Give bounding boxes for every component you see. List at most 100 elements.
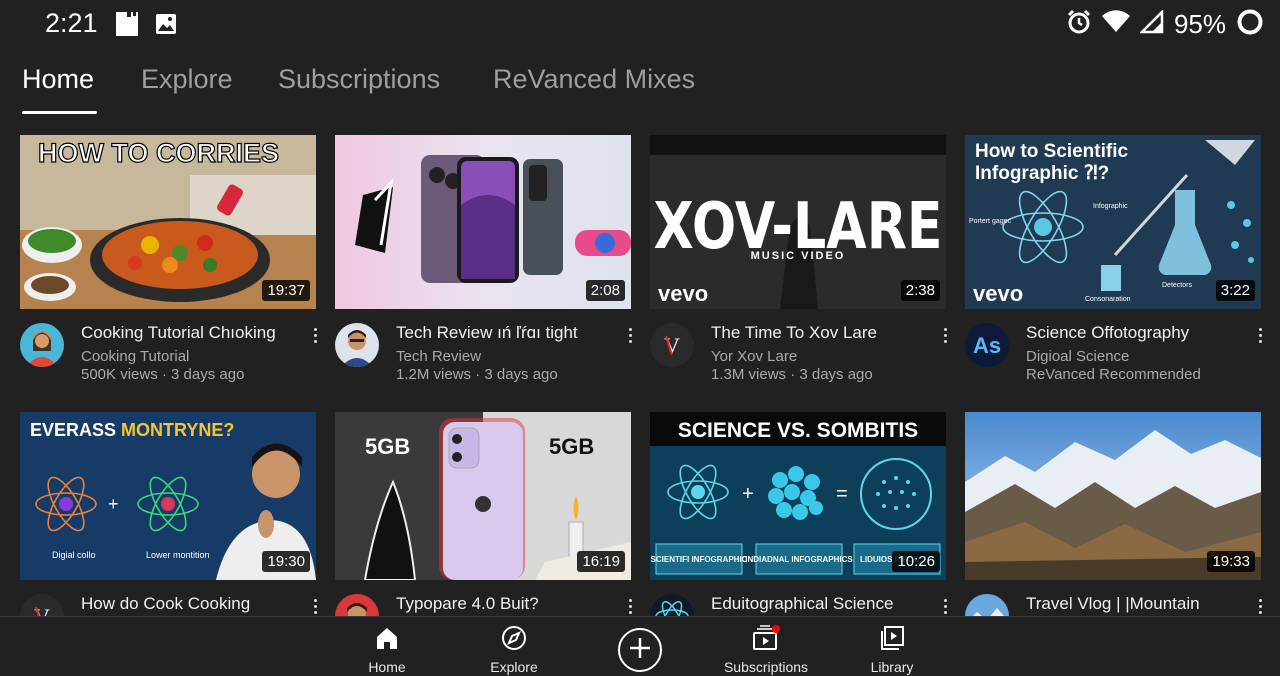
video-thumbnail[interactable]: EVERASS MONTRYNE? + Digial collo Lower m…	[20, 412, 316, 580]
tab-subscriptions[interactable]: Subscriptions	[278, 64, 440, 95]
video-duration: 10:26	[892, 551, 940, 572]
tab-revanced-mixes[interactable]: ReVanced Mixes	[493, 64, 695, 95]
nav-subscriptions[interactable]: Subscriptions	[711, 625, 821, 675]
gallery-icon	[155, 13, 177, 35]
tab-home[interactable]: Home	[22, 64, 94, 95]
svg-text:+: +	[108, 494, 119, 514]
svg-text:Portert gagec: Portert gagec	[969, 218, 1012, 225]
video-duration: 3:22	[1215, 280, 1255, 301]
thumbnail-caption-right: 5GB	[549, 434, 594, 459]
video-title[interactable]: Travel Vlog | |Mountain	[1026, 594, 1248, 614]
more-options-icon[interactable]	[623, 323, 637, 347]
status-time: 2:21	[45, 8, 98, 38]
video-duration: 19:33	[1207, 551, 1255, 572]
vevo-logo: vevo	[658, 281, 708, 306]
thumbnail-subtitle: MUSIC VIDEO	[751, 250, 846, 262]
signal-icon	[1138, 8, 1164, 39]
video-thumbnail[interactable]: 19:33	[965, 412, 1261, 580]
more-options-icon[interactable]	[308, 594, 322, 618]
compass-icon	[501, 625, 527, 656]
video-title[interactable]: The Time To Xov Lare	[711, 323, 933, 343]
video-title[interactable]: Tech Review ıń ľŕɑı tight	[396, 323, 618, 343]
video-thumbnail[interactable]: How to Scientific Infographic ⁈? Portert …	[965, 135, 1261, 309]
wifi-icon	[1101, 10, 1130, 39]
top-tabs: Home Explore Subscriptions ReVanced Mixe…	[0, 58, 1280, 118]
video-title[interactable]: Cooking Tutorial Chıoking	[81, 323, 303, 343]
more-options-icon[interactable]	[938, 323, 952, 347]
video-meta: Cooking Tutorial Chıoking Cooking Tutori…	[20, 321, 330, 391]
thumbnail-caption: How to Scientific Infographic ⁈?	[975, 141, 1129, 184]
home-icon	[374, 625, 400, 656]
channel-avatar[interactable]: V	[650, 323, 694, 367]
video-thumbnail[interactable]: SCIENCE VS. SOMBITIS + = SCIENTIFI INFOG…	[650, 412, 946, 580]
active-tab-indicator	[22, 111, 97, 114]
more-options-icon[interactable]	[938, 594, 952, 618]
thumbnail-caption: 5GB	[365, 434, 410, 459]
svg-text:Digial collo: Digial collo	[52, 550, 96, 560]
thumbnail-caption: EVERASS MONTRYNE?	[30, 420, 234, 440]
video-title[interactable]: Eduitographical Science	[711, 594, 933, 614]
video-thumbnail[interactable]: 5GB 5GB 16:19	[335, 412, 631, 580]
library-icon	[879, 625, 905, 656]
video-title[interactable]: Typopare 4.0 Buit?	[396, 594, 618, 614]
video-duration: 16:19	[577, 551, 625, 572]
channel-name: Tech Review	[396, 348, 482, 365]
sd-card-icon	[113, 10, 141, 38]
channel-name: Cooking Tutorial	[81, 348, 190, 365]
video-stats: 1.2M views · 3 days ago	[396, 366, 558, 383]
more-options-icon[interactable]	[623, 594, 637, 618]
video-stats: 500K views · 3 days ago	[81, 366, 245, 383]
svg-text:Consonaration: Consonaration	[1085, 296, 1131, 303]
status-bar: 2:21 95%	[0, 0, 1280, 46]
subscriptions-icon	[751, 625, 781, 656]
video-meta: V The Time To Xov Lare Yor Xov Lare 1.3M…	[650, 321, 960, 391]
nav-home[interactable]: Home	[332, 625, 442, 675]
svg-text:SCIENTIFI INFOGRAPHIC: SCIENTIFI INFOGRAPHIC	[651, 555, 748, 564]
video-meta: As Science Offotography Digioal Science …	[965, 321, 1275, 391]
svg-text:As: As	[973, 333, 1001, 358]
nav-label-subscriptions: Subscriptions	[723, 659, 809, 675]
channel-avatar[interactable]	[20, 323, 64, 367]
nav-label-home: Home	[368, 659, 406, 675]
alarm-icon	[1066, 9, 1092, 40]
create-button[interactable]	[618, 628, 662, 672]
channel-name: Yor Xov Lare	[711, 348, 798, 365]
video-thumbnail[interactable]: HOW TO CORRIES 19:37	[20, 135, 316, 309]
video-duration: 2:08	[585, 280, 625, 301]
video-duration: 19:37	[262, 280, 310, 301]
svg-text:INDIADNAL INFOGRAPHICS: INDIADNAL INFOGRAPHICS	[745, 555, 853, 564]
svg-text:=: =	[836, 483, 848, 505]
svg-text:Infographic: Infographic	[1093, 203, 1128, 210]
svg-text:Detectors: Detectors	[1162, 282, 1192, 289]
nav-explore[interactable]: Explore	[459, 625, 569, 675]
status-right: 95%	[1066, 8, 1264, 41]
nav-label-explore: Explore	[490, 659, 538, 675]
battery-percent: 95%	[1173, 9, 1226, 39]
video-stats: 1.3M views · 3 days ago	[711, 366, 873, 383]
nav-library[interactable]: Library	[837, 625, 947, 675]
more-options-icon[interactable]	[1253, 594, 1267, 618]
video-duration: 2:38	[900, 280, 940, 301]
nav-label-library: Library	[870, 659, 914, 675]
channel-avatar[interactable]	[335, 323, 379, 367]
thumbnail-caption: HOW TO CORRIES	[38, 138, 279, 168]
vevo-logo: vevo	[973, 281, 1023, 306]
video-title[interactable]: Science Offotography	[1026, 323, 1248, 343]
more-options-icon[interactable]	[1253, 323, 1267, 347]
plus-circle-icon	[628, 636, 652, 665]
tab-explore[interactable]: Explore	[141, 64, 233, 95]
video-title[interactable]: How do Cook Cooking	[81, 594, 303, 614]
svg-text:+: +	[742, 483, 754, 505]
video-stats: ReVanced Recommended	[1026, 366, 1201, 383]
battery-ring-icon	[1236, 8, 1264, 41]
more-options-icon[interactable]	[308, 323, 322, 347]
thumbnail-caption: SCIENCE VS. SOMBITIS	[678, 419, 918, 442]
bottom-nav: Home Explore Subscriptions Library	[0, 616, 1280, 676]
channel-name: Digioal Science	[1026, 348, 1130, 365]
video-duration: 19:30	[262, 551, 310, 572]
video-meta: Tech Review ıń ľŕɑı tight Tech Review 1.…	[335, 321, 645, 391]
svg-text:Lower montition: Lower montition	[146, 550, 210, 560]
video-thumbnail[interactable]: XOV-LARE MUSIC VIDEO vevo 2:38	[650, 135, 946, 309]
channel-avatar[interactable]: As	[965, 323, 1009, 367]
video-thumbnail[interactable]: 2:08	[335, 135, 631, 309]
